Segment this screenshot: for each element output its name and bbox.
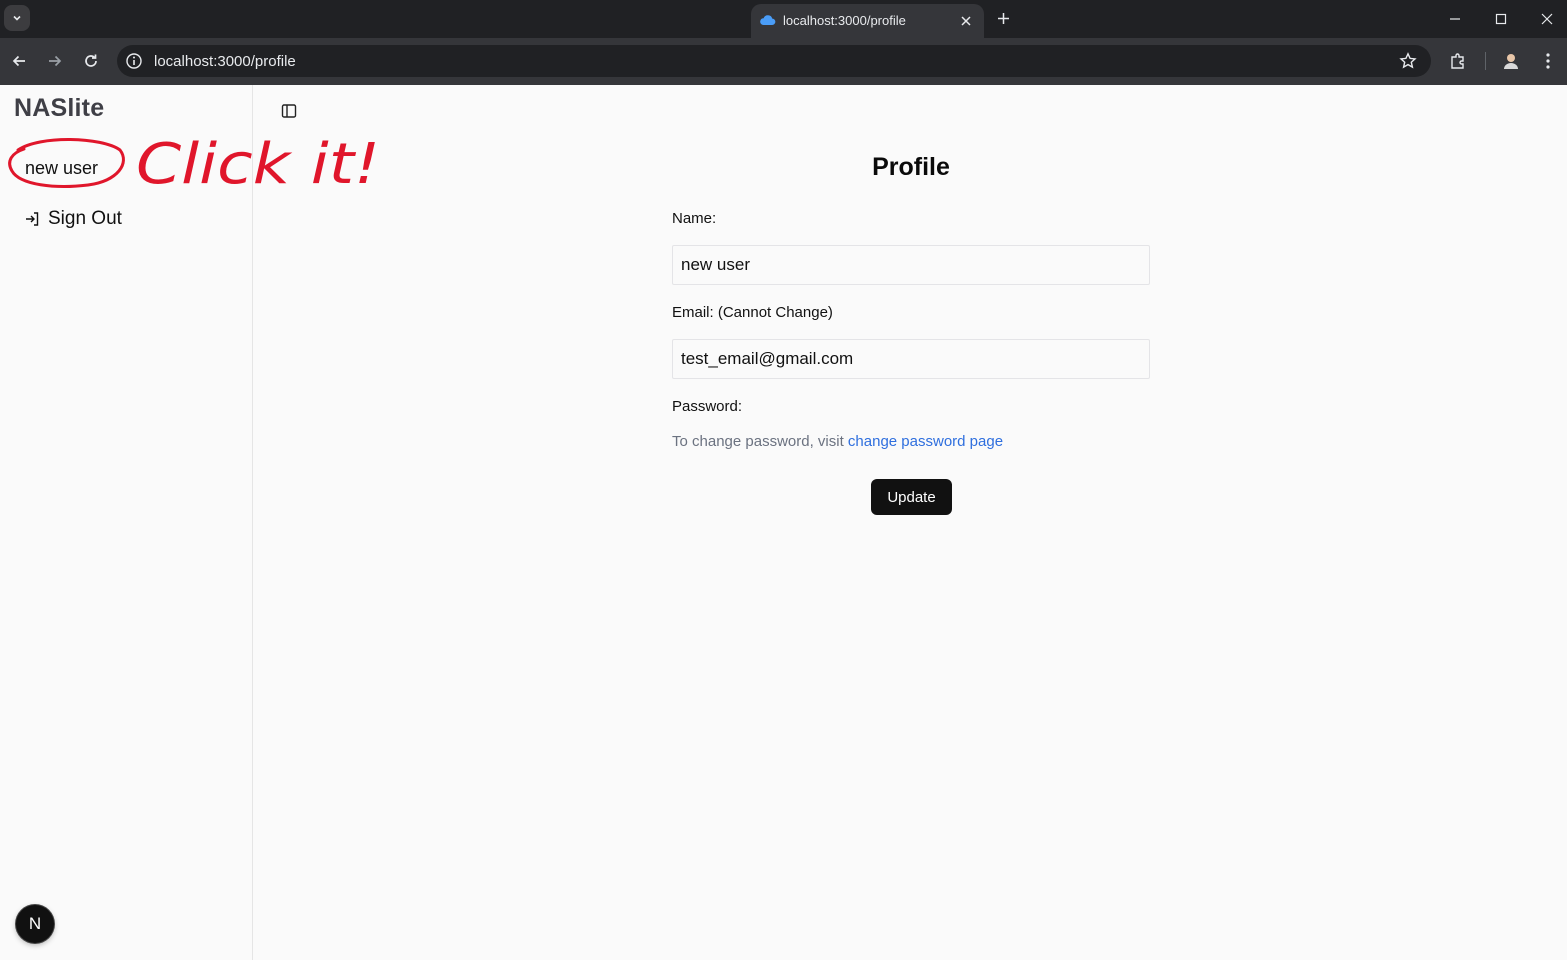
email-field[interactable]: test_email@gmail.com <box>672 339 1150 379</box>
maximize-icon[interactable] <box>1492 10 1510 28</box>
page-title: Profile <box>872 153 950 181</box>
email-label: Email: (Cannot Change) <box>672 304 833 321</box>
minimize-icon[interactable] <box>1446 10 1464 28</box>
address-bar[interactable]: localhost:3000/profile <box>117 45 1431 77</box>
name-label: Name: <box>672 210 717 227</box>
sign-out-button[interactable]: Sign Out <box>24 208 122 230</box>
browser-tabstrip: localhost:3000/profile <box>0 0 1567 38</box>
window-close-icon[interactable] <box>1538 10 1556 28</box>
profile-avatar-icon[interactable] <box>1501 51 1521 71</box>
email-field-value: test_email@gmail.com <box>681 349 854 368</box>
bookmark-star-icon[interactable] <box>1399 52 1417 70</box>
change-password-link[interactable]: change password page <box>848 433 1003 450</box>
update-button[interactable]: Update <box>871 479 952 515</box>
sign-in-arrow-icon <box>26 212 39 226</box>
info-icon[interactable] <box>125 52 143 70</box>
sidebar-user-name[interactable]: new user <box>25 158 98 179</box>
reload-icon[interactable] <box>81 51 101 71</box>
main-content: Profile Name: new user Email: (Cannot Ch… <box>253 85 1567 960</box>
password-label: Password: <box>672 398 743 415</box>
cloud-icon <box>760 15 776 26</box>
forward-arrow-icon[interactable] <box>45 51 65 71</box>
tab-title: localhost:3000/profile <box>783 13 906 28</box>
page: NASlite new user Sign Out N Click it! Pr… <box>0 85 1567 960</box>
name-field-value: new user <box>681 255 750 274</box>
sidebar: NASlite new user Sign Out N <box>0 85 253 960</box>
name-field[interactable]: new user <box>672 245 1150 285</box>
url-text[interactable]: localhost:3000/profile <box>154 53 296 70</box>
tab-search-button[interactable] <box>4 5 30 31</box>
extensions-icon[interactable] <box>1448 51 1468 71</box>
browser-tab[interactable]: localhost:3000/profile <box>751 4 984 38</box>
sign-out-label: Sign Out <box>48 208 122 229</box>
menu-kebab-icon[interactable] <box>1538 51 1558 71</box>
chevron-down-icon <box>13 15 21 21</box>
password-note: To change password, visit change passwor… <box>672 433 1003 450</box>
new-tab-icon[interactable] <box>994 9 1012 27</box>
browser-toolbar: localhost:3000/profile <box>0 38 1567 85</box>
badge-letter: N <box>28 914 42 933</box>
dev-tools-badge[interactable]: N <box>16 905 54 943</box>
password-note-text: To change password, visit <box>672 433 848 450</box>
toolbar-divider <box>1485 52 1486 70</box>
back-arrow-icon[interactable] <box>9 51 29 71</box>
close-icon[interactable] <box>958 13 974 29</box>
app-brand: NASlite <box>14 94 105 122</box>
